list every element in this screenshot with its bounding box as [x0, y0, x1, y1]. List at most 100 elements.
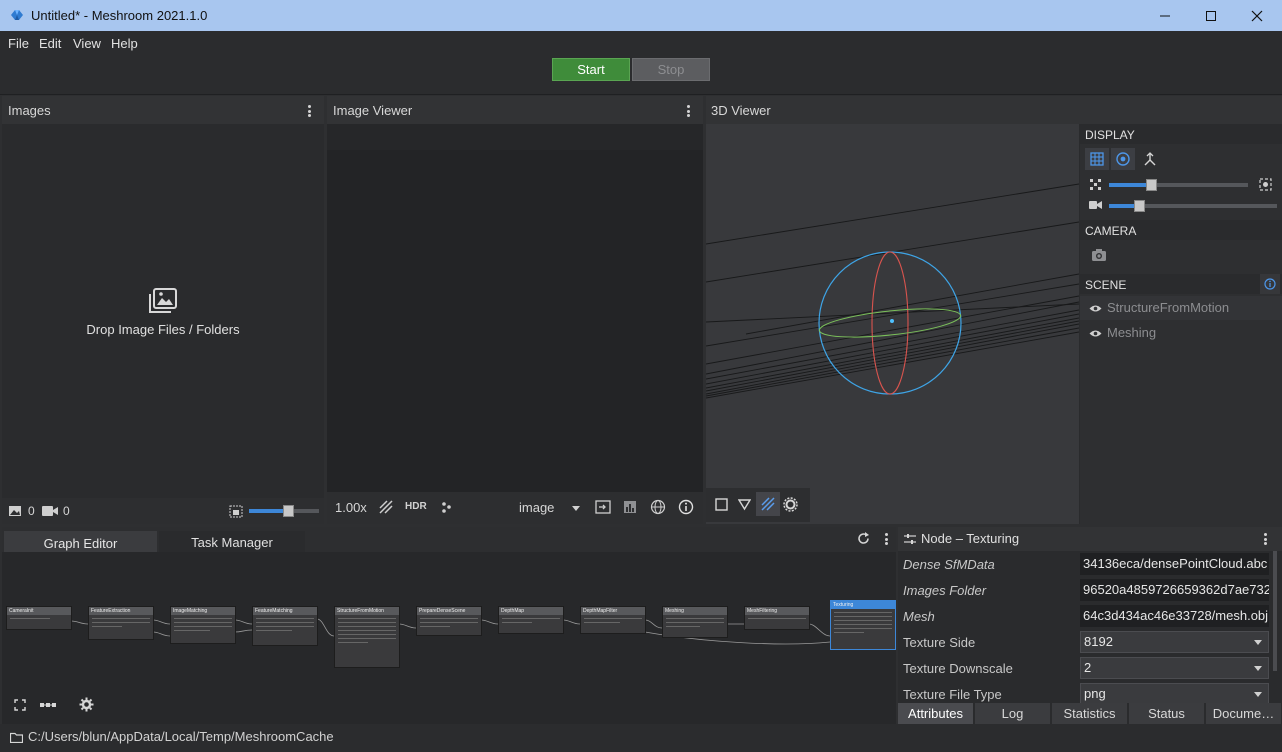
tab-task-manager[interactable]: Task Manager: [159, 531, 305, 553]
video-camera-icon: [42, 506, 58, 516]
sliders-icon: [904, 534, 916, 544]
images-footer: 0 0: [2, 498, 324, 524]
tab-log[interactable]: Log: [975, 703, 1051, 724]
image-count: 0: [28, 504, 35, 518]
texture-hatch-icon[interactable]: [379, 500, 393, 514]
graph-node[interactable]: CameraInit: [6, 606, 72, 630]
3d-scene-render: [706, 183, 1079, 399]
image-canvas[interactable]: [327, 150, 703, 492]
eye-icon[interactable]: [1089, 329, 1102, 338]
camera-scale-handle[interactable]: [1134, 200, 1146, 212]
graph-node[interactable]: StructureFromMotion: [334, 606, 400, 668]
images-panel: Images Drop Image Files / Folders 0 0: [2, 96, 324, 524]
close-icon: [1251, 10, 1263, 21]
graph-node[interactable]: DepthMap: [498, 606, 564, 634]
camera-snapshot-icon[interactable]: [1091, 248, 1107, 262]
minimize-button-alt[interactable]: [1142, 0, 1188, 31]
axis-icon[interactable]: [1143, 152, 1157, 166]
grid-toggle-button[interactable]: [1085, 148, 1109, 170]
graph-node-selected[interactable]: Texturing: [830, 600, 896, 650]
camera-scale-icon: [1089, 201, 1102, 209]
graph-node-title: Texturing: [831, 601, 895, 609]
thumbnail-zoom-slider[interactable]: [249, 505, 319, 517]
tab-status[interactable]: Status: [1129, 703, 1205, 724]
gizmo-toggle-button[interactable]: [1111, 148, 1135, 170]
attribute-value-field[interactable]: 34136eca/densePointCloud.abc: [1080, 553, 1269, 575]
graph-editor-tabbar: Graph Editor Task Manager: [2, 527, 896, 553]
3d-scene-canvas[interactable]: [706, 124, 1079, 524]
close-button[interactable]: [1234, 0, 1280, 31]
attribute-list[interactable]: Dense SfMData 34136eca/densePointCloud.a…: [898, 551, 1282, 703]
graph-node[interactable]: Meshing: [662, 606, 728, 638]
graph-node[interactable]: FeatureMatching: [252, 606, 318, 646]
fixed-size-icon[interactable]: [1259, 178, 1272, 191]
attribute-combo[interactable]: 8192: [1080, 631, 1269, 653]
menu-help[interactable]: Help: [111, 36, 138, 51]
attribute-value-field[interactable]: 64c3d434ac46e33728/mesh.obj: [1080, 605, 1269, 627]
tab-statistics[interactable]: Statistics: [1052, 703, 1128, 724]
gear-icon[interactable]: [79, 697, 94, 712]
scene-item[interactable]: Meshing: [1080, 321, 1282, 345]
scene-item[interactable]: StructureFromMotion: [1080, 296, 1282, 320]
graph-node[interactable]: PrepareDenseScene: [416, 606, 482, 636]
scene-info-button[interactable]: [1260, 274, 1280, 294]
image-viewer-panel: Image Viewer 1.00x HDR image: [327, 96, 703, 524]
metadata-icon[interactable]: [595, 500, 611, 514]
globe-icon[interactable]: [650, 499, 666, 515]
textured-mode-button[interactable]: [756, 492, 780, 516]
maximize-button[interactable]: [1188, 0, 1234, 31]
fit-view-icon[interactable]: [14, 699, 26, 711]
hdr-toggle[interactable]: HDR: [405, 501, 427, 512]
graph-node[interactable]: MeshFiltering: [744, 606, 810, 630]
tab-graph-editor[interactable]: Graph Editor: [4, 531, 157, 553]
menu-file[interactable]: File: [8, 36, 29, 51]
layout-icon[interactable]: [40, 702, 56, 708]
graph-node[interactable]: ImageMatching: [170, 606, 236, 644]
start-button[interactable]: Start: [552, 58, 630, 81]
attribute-name: Images Folder: [903, 583, 987, 598]
cache-path: C:/Users/blun/AppData/Local/Temp/Meshroo…: [28, 729, 334, 744]
attribute-combo[interactable]: 2: [1080, 657, 1269, 679]
point-size-slider[interactable]: [1109, 179, 1248, 191]
attribute-name: Texture Downscale: [903, 661, 1013, 676]
menu-edit[interactable]: Edit: [39, 36, 61, 51]
menu-view[interactable]: View: [73, 36, 101, 51]
zoom-level[interactable]: 1.00x: [335, 500, 367, 515]
image-type-select[interactable]: image: [519, 500, 554, 515]
chevron-down-icon[interactable]: [572, 506, 580, 511]
tab-documentation[interactable]: Docume…: [1206, 703, 1282, 724]
wireframe-mode-icon[interactable]: [738, 498, 751, 511]
folder-icon[interactable]: [10, 732, 23, 743]
attribute-row: Dense SfMData 34136eca/densePointCloud.a…: [898, 551, 1282, 577]
more-options-icon[interactable]: [304, 103, 314, 119]
tab-attributes[interactable]: Attributes: [898, 703, 974, 724]
attribute-combo[interactable]: png: [1080, 683, 1269, 703]
scrollbar-thumb[interactable]: [1273, 551, 1277, 671]
feature-points-icon[interactable]: [440, 501, 452, 513]
display-section-header: DISPLAY: [1080, 124, 1282, 144]
point-size-handle[interactable]: [1145, 179, 1157, 191]
stop-button[interactable]: Stop: [632, 58, 710, 81]
more-options-icon[interactable]: [1260, 531, 1270, 547]
light-settings-icon[interactable]: [783, 497, 798, 512]
menu-bar: File Edit View Help: [0, 31, 1282, 55]
refresh-icon[interactable]: [857, 532, 870, 545]
thumbnail-zoom-handle[interactable]: [282, 505, 294, 517]
attribute-row: Texture Downscale 2: [898, 655, 1282, 681]
info-icon[interactable]: [678, 499, 694, 515]
graph-node[interactable]: FeatureExtraction: [88, 606, 154, 640]
eye-icon[interactable]: [1089, 304, 1102, 313]
graph-node[interactable]: DepthMapFilter: [580, 606, 646, 634]
attribute-scrollbar[interactable]: [1271, 551, 1279, 703]
image-gallery[interactable]: Drop Image Files / Folders: [2, 124, 324, 498]
status-bar: C:/Users/blun/AppData/Local/Temp/Meshroo…: [0, 724, 1282, 752]
histogram-icon[interactable]: [623, 500, 637, 514]
more-options-icon[interactable]: [881, 531, 891, 547]
node-graph-canvas[interactable]: CameraInit FeatureExtraction ImageMatchi…: [2, 552, 896, 724]
camera-scale-slider[interactable]: [1109, 200, 1277, 212]
more-options-icon[interactable]: [683, 103, 693, 119]
attribute-value-field[interactable]: 96520a4859726659362d7ae732: [1080, 579, 1269, 601]
solid-mode-icon[interactable]: [715, 498, 728, 511]
graph-node-title: DepthMap: [499, 607, 563, 615]
attribute-row: Mesh 64c3d434ac46e33728/mesh.obj: [898, 603, 1282, 629]
